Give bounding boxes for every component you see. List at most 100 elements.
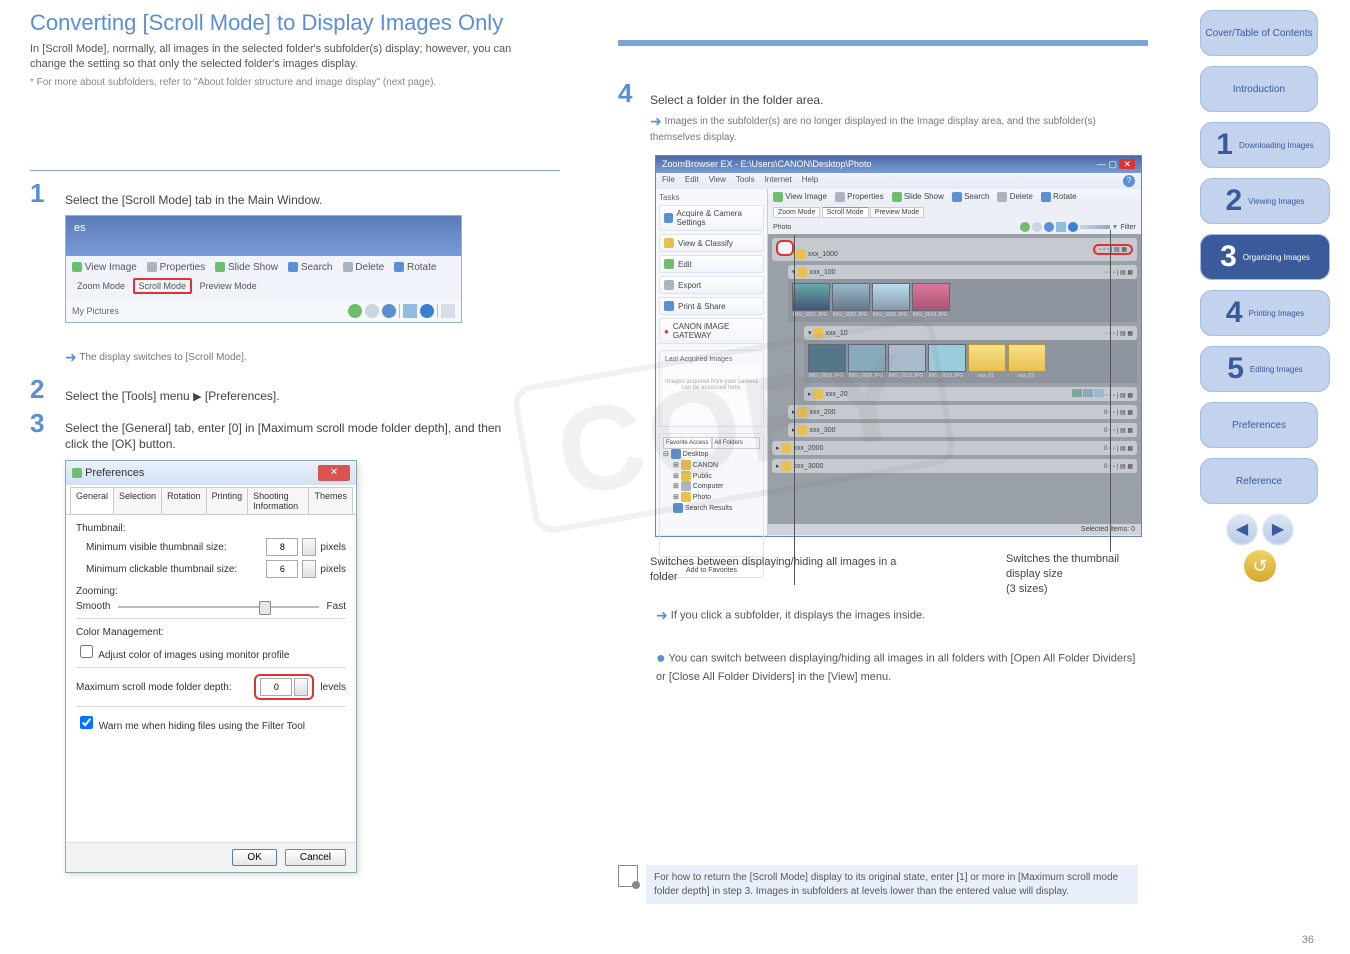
forward-icon[interactable] — [365, 304, 379, 318]
view-image-button[interactable]: View Image — [773, 192, 827, 202]
warn-checkbox[interactable] — [80, 716, 93, 729]
preview-mode-tab[interactable]: Preview Mode — [195, 279, 262, 293]
properties-icon — [147, 262, 157, 272]
menu-tools[interactable]: Tools — [736, 175, 755, 187]
nav-cover[interactable]: Cover/Table of Contents — [1200, 10, 1318, 56]
close-icon[interactable]: ✕ — [318, 465, 350, 481]
size-slider[interactable] — [1080, 225, 1110, 229]
folder-icon — [681, 471, 691, 481]
spinner-icon[interactable] — [302, 560, 316, 578]
nav-chapter-2[interactable]: 2Viewing Images — [1200, 178, 1330, 224]
sidebar-print-share[interactable]: Print & Share — [659, 297, 764, 315]
mode-tabs: Zoom Mode Scroll Mode Preview Mode — [768, 205, 1141, 220]
menu-edit[interactable]: Edit — [685, 175, 699, 187]
prev-page-button[interactable]: ◀ — [1227, 514, 1257, 544]
back-icon[interactable] — [1020, 222, 1030, 232]
slide-show-button[interactable]: Slide Show — [215, 262, 278, 273]
preview-mode-tab[interactable]: Preview Mode — [870, 207, 924, 218]
last-acquired-panel: Last Acquired Images Images acquired fro… — [659, 350, 764, 427]
nav-intro[interactable]: Introduction — [1200, 66, 1318, 112]
section-note: * For more about subfolders, refer to "A… — [30, 77, 530, 88]
spinner-icon[interactable] — [294, 678, 308, 696]
help-icon[interactable]: ? — [1123, 175, 1135, 187]
rotate-button[interactable]: Rotate — [394, 262, 436, 273]
sidebar-gateway[interactable]: ●CANON iMAGE GATEWAY — [659, 318, 764, 344]
side-nav: Cover/Table of Contents Introduction 1Do… — [1200, 10, 1320, 582]
up-icon[interactable] — [382, 304, 396, 318]
delete-button[interactable]: Delete — [997, 192, 1032, 202]
menu-help[interactable]: Help — [802, 175, 818, 187]
nav-reference[interactable]: Reference — [1200, 458, 1318, 504]
nav-chapter-4[interactable]: 4Printing Images — [1200, 290, 1330, 336]
tab-printing[interactable]: Printing — [206, 487, 249, 514]
thumb-size-buttons[interactable]: ▫ ▫ ▫ | ▤ ▦ — [1093, 244, 1133, 255]
zoom-slider[interactable] — [118, 606, 318, 608]
up-icon[interactable] — [1044, 222, 1054, 232]
folder-icon — [664, 238, 674, 248]
edit-icon — [664, 259, 674, 269]
view-options-icon[interactable] — [1056, 222, 1066, 232]
note-open-close-all: ● You can switch between displaying/hidi… — [656, 648, 1136, 684]
folder-icon — [681, 492, 691, 502]
sidebar-view-classify[interactable]: View & Classify — [659, 234, 764, 252]
menu-file[interactable]: File — [662, 175, 675, 187]
sidebar-acquire[interactable]: Acquire & Camera Settings — [659, 205, 764, 231]
scroll-mode-tab[interactable]: Scroll Mode — [133, 278, 193, 294]
nav-chapter-3[interactable]: 3Organizing Images — [1200, 234, 1330, 280]
properties-button[interactable]: Properties — [835, 192, 884, 202]
callout-thumb-size: Switches the thumbnail display size(3 si… — [1006, 552, 1156, 597]
search-button[interactable]: Search — [952, 192, 990, 202]
folder-icon — [681, 460, 691, 470]
nav-preferences[interactable]: Preferences — [1200, 402, 1318, 448]
cancel-button[interactable]: Cancel — [285, 849, 346, 866]
color-mgmt-label: Color Management: — [76, 627, 346, 638]
sidebar-edit[interactable]: Edit — [659, 255, 764, 273]
screenshot-app-window: ZoomBrowser EX - E:\Users\CANON\Desktop\… — [655, 155, 1142, 537]
view-image-button[interactable]: View Image — [72, 262, 137, 273]
search-button[interactable]: Search — [288, 262, 332, 273]
slider-thumb[interactable] — [259, 601, 271, 615]
tab-general[interactable]: General — [70, 487, 114, 514]
delete-button[interactable]: Delete — [343, 262, 385, 273]
tab-rotation[interactable]: Rotation — [161, 487, 207, 514]
view-options-icon[interactable] — [403, 304, 417, 318]
step-number-3: 3 — [30, 408, 44, 439]
callout-toggle: Switches between displaying/hiding all i… — [650, 555, 910, 585]
depth-input[interactable] — [260, 678, 292, 696]
nav-chapter-1[interactable]: 1Downloading Images — [1200, 122, 1330, 168]
scroll-mode-tab[interactable]: Scroll Mode — [822, 207, 869, 218]
filter-icon[interactable]: ▼ — [1112, 224, 1119, 231]
breadcrumb-bar: My Pictures — [66, 300, 461, 322]
toggle-folder-button[interactable] — [776, 240, 794, 256]
min-visible-input[interactable] — [266, 538, 298, 556]
menu-internet[interactable]: Internet — [765, 175, 792, 187]
info-icon[interactable] — [1068, 222, 1078, 232]
min-click-label: Minimum clickable thumbnail size: — [76, 564, 237, 575]
next-page-button[interactable]: ▶ — [1263, 514, 1293, 544]
tab-themes[interactable]: Themes — [308, 487, 353, 514]
misc-icon[interactable] — [441, 304, 455, 318]
properties-button[interactable]: Properties — [147, 262, 205, 273]
tab-selection[interactable]: Selection — [113, 487, 162, 514]
nav-chapter-5[interactable]: 5Editing Images — [1200, 346, 1330, 392]
color-mgmt-checkbox[interactable] — [80, 645, 93, 658]
rotate-button[interactable]: Rotate — [1041, 192, 1077, 202]
spinner-icon[interactable] — [302, 538, 316, 556]
window-titlebar: es — [66, 216, 461, 256]
tab-shooting-info[interactable]: Shooting Information — [247, 487, 309, 514]
step-number-4: 4 — [618, 78, 632, 109]
forward-icon[interactable] — [1032, 222, 1042, 232]
slide-show-button[interactable]: Slide Show — [892, 192, 944, 202]
window-controls[interactable]: — ▢ ✕ — [1097, 159, 1135, 170]
arrow-icon: ➜ — [656, 607, 668, 623]
info-icon[interactable] — [420, 304, 434, 318]
fast-label: Fast — [327, 601, 346, 612]
back-icon[interactable] — [348, 304, 362, 318]
zoom-mode-tab[interactable]: Zoom Mode — [72, 279, 130, 293]
return-button[interactable]: ↺ — [1244, 550, 1276, 582]
zoom-mode-tab[interactable]: Zoom Mode — [773, 207, 820, 218]
sidebar-export[interactable]: Export — [659, 276, 764, 294]
min-click-input[interactable] — [266, 560, 298, 578]
menu-view[interactable]: View — [709, 175, 726, 187]
ok-button[interactable]: OK — [232, 849, 276, 866]
